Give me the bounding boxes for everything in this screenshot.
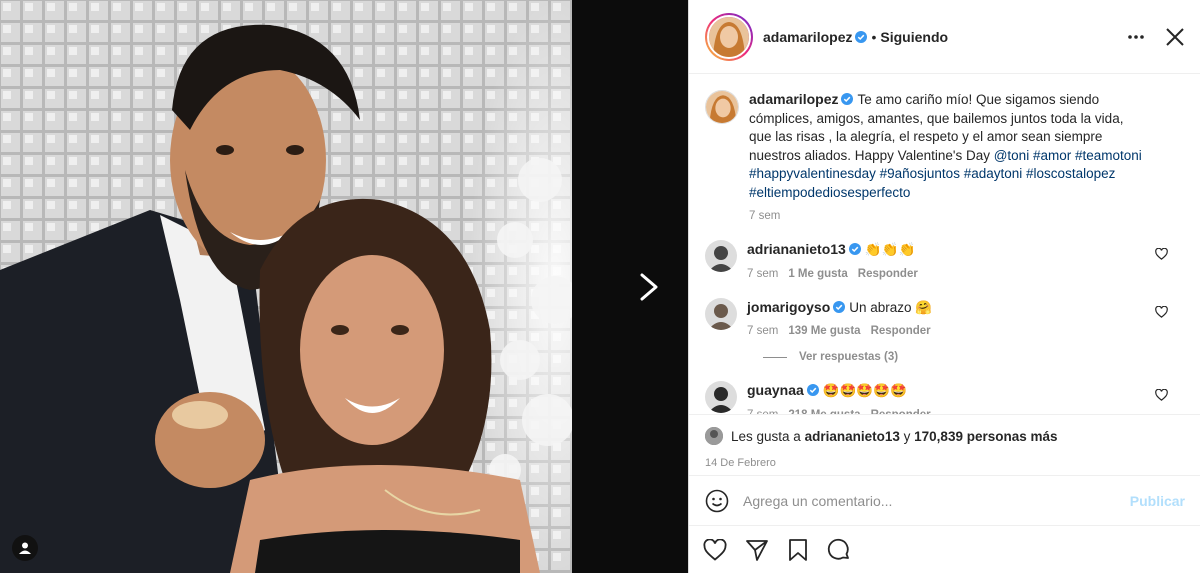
more-options-icon[interactable] [1128, 34, 1144, 39]
share-icon[interactable] [745, 539, 769, 561]
hashtag-link[interactable]: #amor [1033, 148, 1071, 163]
chat-bubble-icon[interactable] [827, 538, 851, 562]
comment-time: 7 sem [747, 267, 779, 280]
hashtag-link[interactable]: #eltiempodediosesperfecto [749, 185, 910, 200]
comment-text: 👏👏👏 [864, 242, 916, 257]
replies-divider [763, 356, 787, 358]
comments-list: adamarilopez Te amo cariño mío! Que sigam… [689, 74, 1200, 414]
comment-text: Un abrazo 🤗 [849, 299, 933, 315]
commenter-avatar[interactable] [705, 297, 737, 330]
comment-text: 🤩🤩🤩🤩🤩 [822, 383, 907, 398]
author-avatar-ring[interactable] [705, 12, 753, 61]
user-icon [19, 542, 31, 554]
post-sidebar: adamarilopez • Siguiendo adamarilopez Te… [688, 0, 1200, 573]
verified-badge-icon [848, 243, 861, 255]
comment-likes[interactable]: 1 Me gusta [788, 268, 847, 280]
heart-icon[interactable] [703, 538, 727, 561]
comment-time: 7 sem [747, 409, 778, 415]
verified-badge-icon [833, 300, 846, 313]
hashtag-link[interactable]: #loscostalopez [1026, 166, 1115, 181]
post-header: adamarilopez • Siguiendo [689, 0, 1200, 74]
modal-backdrop [572, 0, 688, 573]
close-icon[interactable] [1166, 27, 1184, 46]
caption-time: 7 sem [749, 210, 781, 222]
view-replies-label: Ver respuestas (3) [799, 351, 899, 363]
reply-button[interactable]: Responder [871, 409, 931, 415]
separator-dot: • [871, 28, 877, 45]
verified-badge-icon [806, 384, 819, 396]
commenter-avatar[interactable] [705, 240, 737, 272]
hashtag-link[interactable]: #happyvalentinesday [749, 166, 876, 181]
caption-username[interactable]: adamarilopez [749, 91, 838, 107]
tagged-users-button[interactable] [12, 535, 38, 561]
publish-button[interactable]: Publicar [1130, 493, 1185, 509]
follow-status-button[interactable]: Siguiendo [880, 29, 948, 45]
post-actions [689, 525, 1200, 573]
comment-item: guaynaa 🤩🤩🤩🤩🤩 7 sem 218 Me gusta Responder [705, 381, 1184, 414]
caption-author-avatar[interactable] [705, 90, 739, 124]
view-replies-button[interactable]: Ver respuestas (3) [763, 351, 1184, 363]
author-username[interactable]: adamarilopez [763, 29, 852, 45]
caption-text: adamarilopez Te amo cariño mío! Que sigam… [749, 90, 1149, 202]
commenter-username[interactable]: jomarigoyso [747, 299, 830, 315]
comment-time: 7 sem [747, 325, 779, 337]
hashtag-link[interactable]: #9añosjuntos [880, 166, 960, 181]
commenter-avatar[interactable] [705, 381, 737, 413]
verified-badge-icon [855, 30, 868, 43]
like-comment-heart-icon[interactable] [1155, 389, 1168, 401]
post-photo [0, 0, 572, 573]
comment-input[interactable] [743, 492, 1116, 509]
liker-avatar[interactable] [705, 427, 723, 445]
like-comment-heart-icon[interactable] [1155, 248, 1168, 260]
emoji-icon[interactable] [705, 489, 729, 513]
reply-button[interactable]: Responder [858, 268, 918, 280]
hashtag-link[interactable]: #teamotoni [1075, 148, 1142, 163]
comment-composer: Publicar [689, 475, 1200, 525]
reply-button[interactable]: Responder [871, 325, 931, 337]
comment-item: jomarigoyso Un abrazo 🤗 7 sem 139 Me gusta R… [705, 297, 1184, 337]
couple-photo-illustration [0, 0, 572, 573]
post-date: 14 De Febrero [705, 457, 776, 469]
commenter-username[interactable]: adriananieto13 [747, 241, 846, 257]
next-arrow-icon[interactable] [636, 272, 662, 302]
caption-body: Te amo cariño mío! Que sigamos siendo có… [749, 92, 1142, 200]
commenter-username[interactable]: guaynaa [747, 382, 804, 398]
comment-likes[interactable]: 218 Me gusta [788, 409, 860, 415]
like-comment-heart-icon[interactable] [1155, 305, 1168, 318]
likes-section: Les gusta a adriananieto13 y 170,839 per… [689, 414, 1200, 469]
author-avatar[interactable] [707, 14, 751, 59]
likes-summary[interactable]: Les gusta a adriananieto13 y 170,839 per… [731, 429, 1058, 444]
hashtag-link[interactable]: @toni [994, 148, 1029, 163]
save-icon[interactable] [787, 538, 809, 562]
verified-badge-icon [841, 93, 854, 105]
comment-item: adriananieto13 👏👏👏 7 sem 1 Me gusta Responde… [705, 240, 1184, 280]
caption: adamarilopez Te amo cariño mío! Que sigam… [705, 90, 1184, 222]
hashtag-link[interactable]: #adaytoni [964, 166, 1023, 181]
comment-likes[interactable]: 139 Me gusta [788, 325, 860, 337]
